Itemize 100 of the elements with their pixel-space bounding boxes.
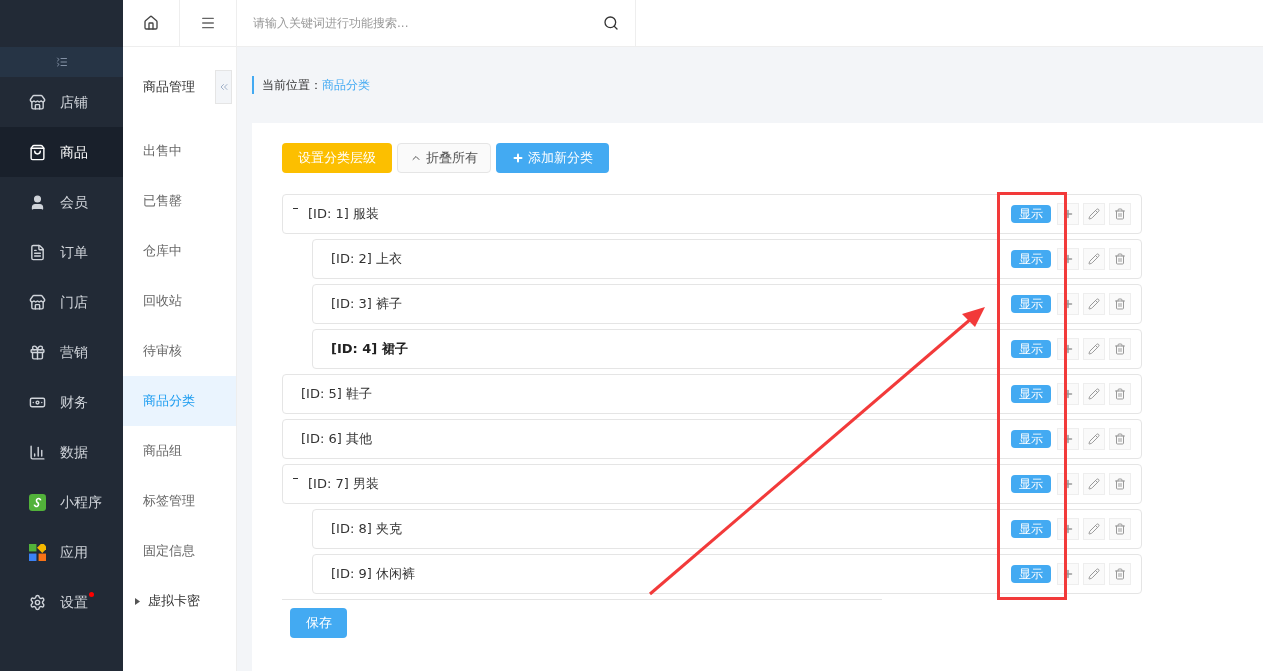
category-label: [ID: 6] 其他 — [301, 430, 373, 449]
nav-label: 店铺 — [60, 92, 88, 112]
store-icon — [29, 93, 46, 111]
nav-label: 营销 — [60, 342, 88, 362]
sub-nav-item[interactable]: 仓库中 — [123, 226, 236, 276]
category-row[interactable]: [ID: 6] 其他 显示 — [282, 419, 1142, 459]
trash-icon — [1114, 523, 1126, 535]
edit-button[interactable] — [1083, 293, 1105, 315]
edit-button[interactable] — [1083, 248, 1105, 270]
edit-button[interactable] — [1083, 338, 1105, 360]
trash-icon — [1114, 433, 1126, 445]
sub-nav-item[interactable]: 固定信息 — [123, 526, 236, 576]
sub-nav-item[interactable]: 已售罄 — [123, 176, 236, 226]
edit-button[interactable] — [1083, 428, 1105, 450]
add-child-button[interactable] — [1057, 203, 1079, 225]
sub-nav-item[interactable]: 待审核 — [123, 326, 236, 376]
delete-button[interactable] — [1109, 563, 1131, 585]
sub-nav-item[interactable]: 回收站 — [123, 276, 236, 326]
sub-nav-item[interactable]: 虚拟卡密 — [123, 576, 236, 626]
trash-icon — [1114, 478, 1126, 490]
nav-item[interactable]: 会员 — [0, 177, 123, 227]
nav-item[interactable]: 营销 — [0, 327, 123, 377]
add-child-button[interactable] — [1057, 248, 1079, 270]
nav-label: 门店 — [60, 292, 88, 312]
pencil-icon — [1088, 388, 1100, 400]
edit-button[interactable] — [1083, 203, 1105, 225]
mini-program-icon — [29, 493, 46, 511]
trash-icon — [1114, 388, 1126, 400]
nav-label: 应用 — [60, 542, 88, 562]
add-child-button[interactable] — [1057, 428, 1079, 450]
nav-label: 数据 — [60, 442, 88, 462]
pencil-icon — [1088, 298, 1100, 310]
category-row[interactable]: [ID: 5] 鞋子 显示 — [282, 374, 1142, 414]
nav-item[interactable]: 应用 — [0, 527, 123, 577]
delete-button[interactable] — [1109, 203, 1131, 225]
delete-button[interactable] — [1109, 338, 1131, 360]
breadcrumb-label: 当前位置： — [262, 77, 322, 94]
delete-button[interactable] — [1109, 248, 1131, 270]
pencil-icon — [1088, 478, 1100, 490]
add-child-button[interactable] — [1057, 293, 1079, 315]
category-label: [ID: 5] 鞋子 — [301, 385, 373, 404]
nav-item[interactable]: 订单 — [0, 227, 123, 277]
toggle-mark[interactable] — [293, 478, 298, 479]
expand-caret-icon — [135, 597, 140, 605]
nav-label: 订单 — [60, 242, 88, 262]
nav-item[interactable]: 财务 — [0, 377, 123, 427]
trash-icon — [1114, 568, 1126, 580]
pencil-icon — [1088, 568, 1100, 580]
nav-item[interactable]: 数据 — [0, 427, 123, 477]
edit-button[interactable] — [1083, 518, 1105, 540]
trash-icon — [1114, 343, 1126, 355]
menu-icon — [200, 15, 216, 31]
collapse-panel-button[interactable] — [215, 69, 232, 104]
trash-icon — [1114, 208, 1126, 220]
add-child-button[interactable] — [1057, 518, 1079, 540]
nav-label: 商品 — [60, 142, 88, 162]
edit-button[interactable] — [1083, 563, 1105, 585]
pencil-icon — [1088, 343, 1100, 355]
add-child-button[interactable] — [1057, 338, 1079, 360]
nav-item[interactable]: 小程序 — [0, 477, 123, 527]
nav-item[interactable]: 门店 — [0, 277, 123, 327]
category-row[interactable]: [ID: 4] 裙子 显示 — [312, 329, 1142, 369]
trash-icon — [1114, 253, 1126, 265]
nav-label: 会员 — [60, 192, 88, 212]
add-child-button[interactable] — [1057, 473, 1079, 495]
category-row[interactable]: [ID: 3] 裤子 显示 — [312, 284, 1142, 324]
category-label: [ID: 3] 裤子 — [331, 295, 403, 314]
nav-item[interactable]: 设置 — [0, 577, 123, 627]
sub-nav-item[interactable]: 商品组 — [123, 426, 236, 476]
category-row[interactable]: [ID: 2] 上衣 显示 — [312, 239, 1142, 279]
delete-button[interactable] — [1109, 518, 1131, 540]
pencil-icon — [1088, 208, 1100, 220]
pencil-icon — [1088, 523, 1100, 535]
nav-label: 设置 — [60, 592, 88, 612]
edit-button[interactable] — [1083, 473, 1105, 495]
shop-icon — [29, 293, 46, 311]
collapse-icon — [55, 56, 68, 68]
toggle-mark[interactable] — [293, 208, 298, 209]
plus-icon — [512, 152, 524, 164]
nav-item[interactable]: 商品 — [0, 127, 123, 177]
bar-chart-icon — [29, 443, 46, 461]
category-label: [ID: 1] 服装 — [308, 205, 380, 224]
add-child-button[interactable] — [1057, 383, 1079, 405]
delete-button[interactable] — [1109, 383, 1131, 405]
sub-nav-item[interactable]: 出售中 — [123, 126, 236, 176]
nav-item[interactable]: 店铺 — [0, 77, 123, 127]
category-row[interactable]: [ID: 8] 夹克 显示 — [312, 509, 1142, 549]
bag-icon — [29, 143, 46, 161]
delete-button[interactable] — [1109, 293, 1131, 315]
add-child-button[interactable] — [1057, 563, 1079, 585]
edit-button[interactable] — [1083, 383, 1105, 405]
category-row[interactable]: [ID: 9] 休闲裤 显示 — [312, 554, 1142, 594]
nav-label: 财务 — [60, 392, 88, 412]
sub-nav-item[interactable]: 标签管理 — [123, 476, 236, 526]
category-row[interactable]: [ID: 7] 男装 显示 — [282, 464, 1142, 504]
delete-button[interactable] — [1109, 428, 1131, 450]
delete-button[interactable] — [1109, 473, 1131, 495]
pencil-icon — [1088, 433, 1100, 445]
collapse-all-button[interactable]: 折叠所有 — [397, 143, 491, 173]
category-row[interactable]: [ID: 1] 服装 显示 — [282, 194, 1142, 234]
